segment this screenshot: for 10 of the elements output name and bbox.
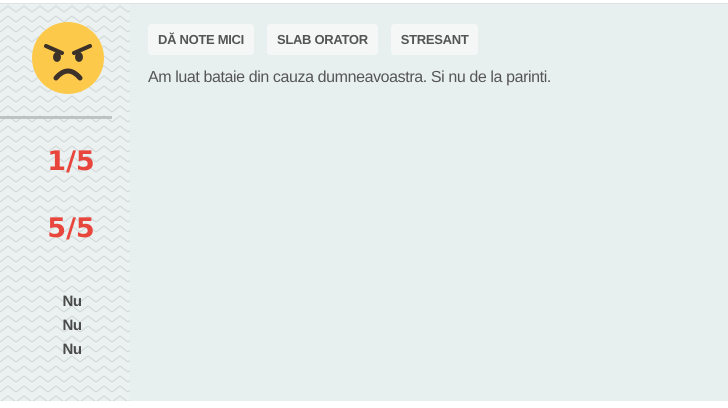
angry-face-icon [32,22,104,94]
answer-text: Nu [62,316,82,336]
rating-score: 5/5 [47,215,95,242]
tag: DĂ NOTE MICI [148,24,254,55]
review-text: Am luat bataie din cauza dumneavoastra. Si nu de la parinti. [148,69,551,87]
answer-text: Nu [62,292,82,312]
tag: SLAB ORATOR [266,24,378,55]
rating-score: 1/5 [47,148,95,175]
answer-text: Nu [62,340,82,360]
tag: STRESANT [390,24,478,55]
